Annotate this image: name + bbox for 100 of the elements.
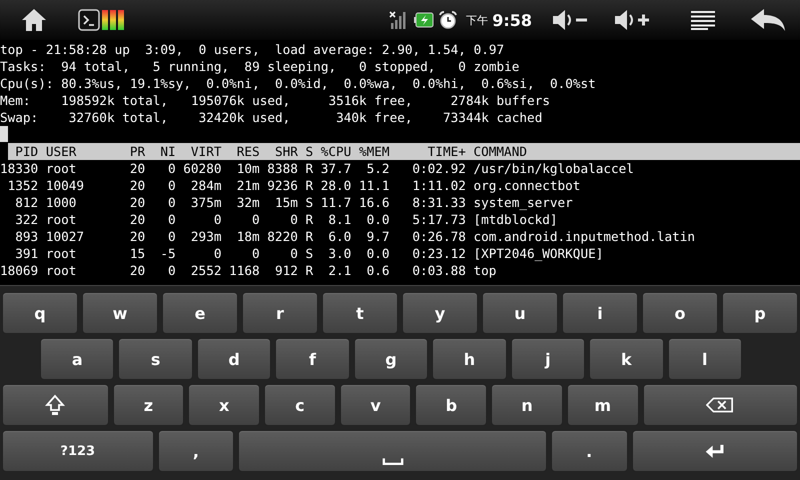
letter-key[interactable]: w — [82, 292, 158, 334]
table-cell-text: root — [44, 211, 78, 228]
column-header: PR — [128, 143, 146, 160]
table-cell-text: root — [44, 262, 78, 279]
table-cell-text: 1352 — [6, 177, 38, 194]
table-cell-text: 8220 — [266, 228, 298, 245]
table-cell: 18330 — [0, 160, 38, 177]
letter-key[interactable]: p — [722, 292, 798, 334]
table-cell-text: 2552 — [190, 262, 222, 279]
terminal-line: Tasks: 94 total, 5 running, 89 sleeping, 0 stopped, 0 zombie — [0, 58, 520, 75]
signal-off-icon — [388, 10, 408, 30]
column-header: %MEM — [358, 143, 390, 160]
cursor-icon — [0, 126, 8, 142]
table-cell-text: 1:11.02 — [411, 177, 466, 194]
letter-key[interactable]: n — [491, 384, 563, 426]
table-cell-text: 0:02.92 — [411, 160, 466, 177]
letter-key[interactable]: y — [402, 292, 478, 334]
terminal-line: top - 21:58:28 up 3:09, 0 users, load average: 2.90, 1.54, 0.97 — [0, 41, 506, 58]
table-cell-text: S — [304, 194, 314, 211]
table-cell-text: 0:26.78 — [411, 228, 466, 245]
clock-time: 9:58 — [492, 10, 532, 30]
battery-charging-icon — [414, 12, 434, 28]
table-cell-text: 0 — [167, 262, 176, 279]
letter-key[interactable]: t — [322, 292, 398, 334]
backspace-icon — [706, 397, 734, 413]
table-cell-text: [XPT2046_WORKQUE] — [472, 245, 604, 262]
symbols-key[interactable]: ?123 — [2, 430, 154, 472]
volume-up-icon[interactable] — [612, 8, 652, 32]
terminal-icon[interactable] — [78, 9, 100, 31]
table-cell-text: 32m — [236, 194, 260, 211]
table-cell-text: com.android.inputmethod.latin — [472, 228, 696, 245]
column-header: TIME+ — [426, 143, 466, 160]
table-cell-text: 0.6 — [366, 262, 390, 279]
letter-key[interactable]: b — [415, 384, 488, 426]
backspace-key[interactable] — [642, 384, 798, 426]
table-cell-text: 5.2 — [366, 160, 390, 177]
table-cell-text: org.connectbot — [472, 177, 580, 194]
table-cell-text: 912 — [274, 262, 298, 279]
space-key[interactable] — [238, 430, 547, 472]
table-cell-text: root — [44, 160, 78, 177]
column-header: RES — [236, 143, 260, 160]
letter-key[interactable]: h — [432, 338, 507, 380]
table-cell-text: 5:17.73 — [411, 211, 466, 228]
home-icon[interactable] — [20, 7, 48, 33]
table-cell-text: 0 — [167, 211, 176, 228]
back-icon[interactable] — [750, 8, 786, 32]
letter-key[interactable]: u — [482, 292, 558, 334]
letter-key[interactable]: l — [668, 338, 742, 380]
terminal-line: Cpu(s): 80.3%us, 19.1%sy, 0.0%ni, 0.0%id, 0.0%wa, 0.0%hi, 0.6%si, 0.0%st — [0, 75, 597, 92]
letter-key[interactable]: g — [354, 338, 428, 380]
shift-key[interactable] — [2, 384, 109, 426]
letter-key[interactable]: d — [196, 338, 272, 380]
table-cell-text: R — [304, 262, 314, 279]
letter-key[interactable]: k — [589, 338, 664, 380]
table-cell-text: 812 — [14, 194, 38, 211]
table-cell-text: 0:23.12 — [411, 245, 466, 262]
table-cell-text: 10027 — [44, 228, 86, 245]
level-meter-icon[interactable] — [102, 9, 124, 31]
volume-down-icon[interactable] — [550, 8, 590, 32]
menu-icon[interactable] — [690, 10, 716, 30]
letter-key[interactable]: , — [158, 430, 234, 472]
table-cell-text: 60280 — [182, 160, 222, 177]
table-cell-text: 0 — [212, 245, 222, 262]
letter-key[interactable]: f — [275, 338, 350, 380]
letter-key[interactable]: c — [264, 384, 336, 426]
letter-key[interactable]: r — [242, 292, 318, 334]
table-cell-text: 0 — [167, 228, 176, 245]
table-cell-text: -5 — [159, 245, 176, 262]
letter-key[interactable]: z — [112, 384, 184, 426]
letter-key[interactable]: a — [40, 338, 114, 380]
letter-key[interactable]: s — [118, 338, 193, 380]
column-header: USER — [44, 143, 78, 160]
table-cell-text: 391 — [14, 245, 38, 262]
table-cell-text: 10049 — [44, 177, 86, 194]
table-cell-text: 11.1 — [358, 177, 390, 194]
table-cell-text: 9.7 — [366, 228, 390, 245]
table-cell-text: R — [304, 160, 314, 177]
letter-key[interactable]: m — [566, 384, 639, 426]
letter-key[interactable]: i — [562, 292, 638, 334]
letter-key[interactable]: j — [510, 338, 586, 380]
letter-key[interactable]: e — [162, 292, 238, 334]
letter-key[interactable]: v — [340, 384, 412, 426]
table-cell-text: 0.0 — [366, 245, 390, 262]
table-cell-text: 10m — [236, 160, 260, 177]
table-cell-text: 15m — [274, 194, 298, 211]
table-cell-text: R — [304, 228, 314, 245]
table-cell-text: 8388 — [266, 160, 298, 177]
letter-key[interactable]: x — [188, 384, 260, 426]
table-cell-text: 0 — [289, 245, 298, 262]
letter-key[interactable]: o — [642, 292, 718, 334]
table-cell-text: root — [44, 245, 78, 262]
letter-key[interactable]: q — [2, 292, 78, 334]
clock-period: 下午 — [466, 12, 488, 28]
column-header: S — [304, 143, 314, 160]
column-header: SHR — [274, 143, 298, 160]
table-cell-text: system_server — [472, 194, 573, 211]
table-cell-text: 3.0 — [327, 245, 352, 262]
letter-key[interactable]: . — [550, 430, 628, 472]
table-cell-text: [mtdblockd] — [472, 211, 558, 228]
terminal-line: Mem: 198592k total, 195076k used, 3516k free, 2784k buffers — [0, 92, 551, 109]
